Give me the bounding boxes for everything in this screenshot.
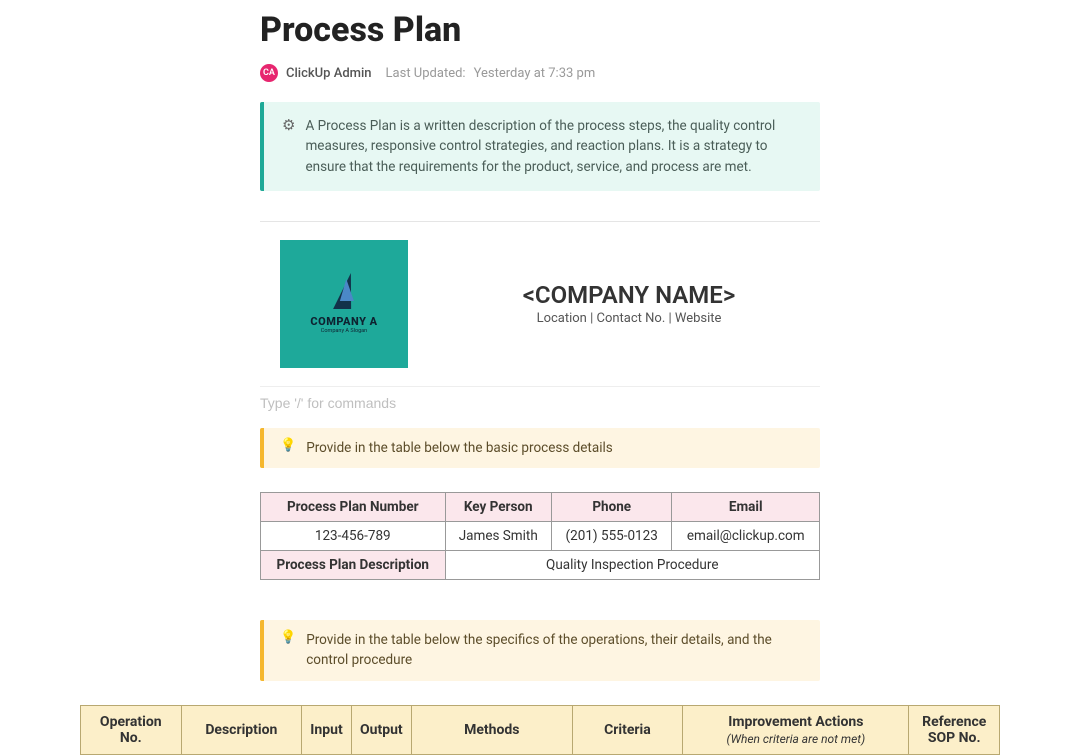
intro-callout: ⚙ A Process Plan is a written descriptio… xyxy=(260,102,820,191)
doc-meta: CA ClickUp Admin Last Updated: Yesterday… xyxy=(260,64,820,82)
slash-command-row[interactable] xyxy=(260,386,820,420)
lightbulb-icon: 💡 xyxy=(280,438,296,453)
col-input: Input xyxy=(302,705,352,754)
operations-note-text: Provide in the table below the specifics… xyxy=(306,630,804,671)
operations-note: 💡 Provide in the table below the specifi… xyxy=(260,620,820,681)
operations-table: Operation No. Description Input Output M… xyxy=(80,705,1000,755)
intro-callout-text: A Process Plan is a written description … xyxy=(305,116,802,177)
logo-name: COMPANY A xyxy=(310,315,377,328)
basic-details-note: 💡 Provide in the table below the basic p… xyxy=(260,428,820,468)
col-email: Email xyxy=(672,493,820,522)
col-output: Output xyxy=(351,705,411,754)
col-plan-number: Process Plan Number xyxy=(261,493,446,522)
col-methods: Methods xyxy=(411,705,572,754)
company-name-placeholder[interactable]: <COMPANY NAME> xyxy=(438,281,820,309)
slash-input[interactable] xyxy=(260,395,820,411)
logo-mark-icon xyxy=(333,273,355,309)
label-plan-description: Process Plan Description xyxy=(261,551,446,580)
lightbulb-icon: 💡 xyxy=(280,630,296,645)
process-details-table: Process Plan Number Key Person Phone Ema… xyxy=(260,492,820,580)
cell-plan-number[interactable]: 123-456-789 xyxy=(261,522,446,551)
updated-time: Yesterday at 7:33 pm xyxy=(474,66,596,81)
basic-details-note-text: Provide in the table below the basic pro… xyxy=(306,438,613,458)
col-op-no: Operation No. xyxy=(81,705,182,754)
col-improvement-sub: (When criteria are not met) xyxy=(691,732,900,746)
col-key-person: Key Person xyxy=(445,493,551,522)
updated-label: Last Updated: xyxy=(386,66,466,81)
author-name[interactable]: ClickUp Admin xyxy=(286,66,372,81)
author-avatar[interactable]: CA xyxy=(260,64,278,82)
page-title: Process Plan xyxy=(260,10,820,50)
col-reference: Reference SOP No. xyxy=(909,705,1000,754)
col-improvement: Improvement Actions (When criteria are n… xyxy=(683,705,909,754)
company-logo: COMPANY A Company A Slogan xyxy=(280,240,408,368)
company-row: COMPANY A Company A Slogan <COMPANY NAME… xyxy=(260,240,820,368)
col-improvement-label: Improvement Actions xyxy=(728,714,863,730)
logo-slogan: Company A Slogan xyxy=(321,328,367,334)
col-description: Description xyxy=(181,705,302,754)
col-phone: Phone xyxy=(551,493,671,522)
cell-phone[interactable]: (201) 555-0123 xyxy=(551,522,671,551)
cell-email[interactable]: email@clickup.com xyxy=(672,522,820,551)
col-criteria: Criteria xyxy=(572,705,683,754)
cell-plan-description[interactable]: Quality Inspection Procedure xyxy=(445,551,819,580)
divider xyxy=(260,221,820,222)
cell-key-person[interactable]: James Smith xyxy=(445,522,551,551)
gear-icon: ⚙ xyxy=(282,116,295,177)
company-subline[interactable]: Location | Contact No. | Website xyxy=(438,311,820,326)
